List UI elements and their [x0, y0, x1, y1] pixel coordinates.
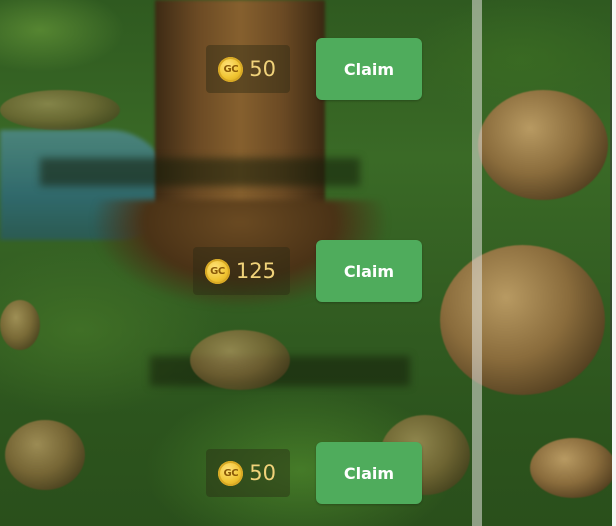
reward-list: GC 50 Claim GC 125 Claim GC 50 Claim	[0, 0, 616, 526]
gold-coin-icon: GC	[218, 56, 244, 82]
reward-row: GC 125 Claim	[0, 222, 470, 322]
gold-coin-icon: GC	[204, 258, 230, 284]
claim-button[interactable]: Claim	[316, 442, 422, 504]
reward-row: GC 50 Claim	[0, 20, 470, 120]
reward-amount-pill: GC 50	[206, 45, 290, 93]
reward-amount-pill: GC 50	[206, 449, 290, 497]
gold-coin-icon: GC	[218, 460, 244, 486]
claim-button[interactable]: Claim	[316, 240, 422, 302]
reward-amount: 125	[235, 258, 276, 283]
reward-amount-pill: GC 125	[192, 247, 290, 295]
scrollbar[interactable]	[472, 0, 482, 526]
claim-button[interactable]: Claim	[316, 38, 422, 100]
reward-amount: 50	[249, 460, 276, 485]
reward-row: GC 50 Claim	[0, 424, 470, 524]
reward-amount: 50	[249, 56, 276, 81]
window-edge	[612, 0, 616, 526]
